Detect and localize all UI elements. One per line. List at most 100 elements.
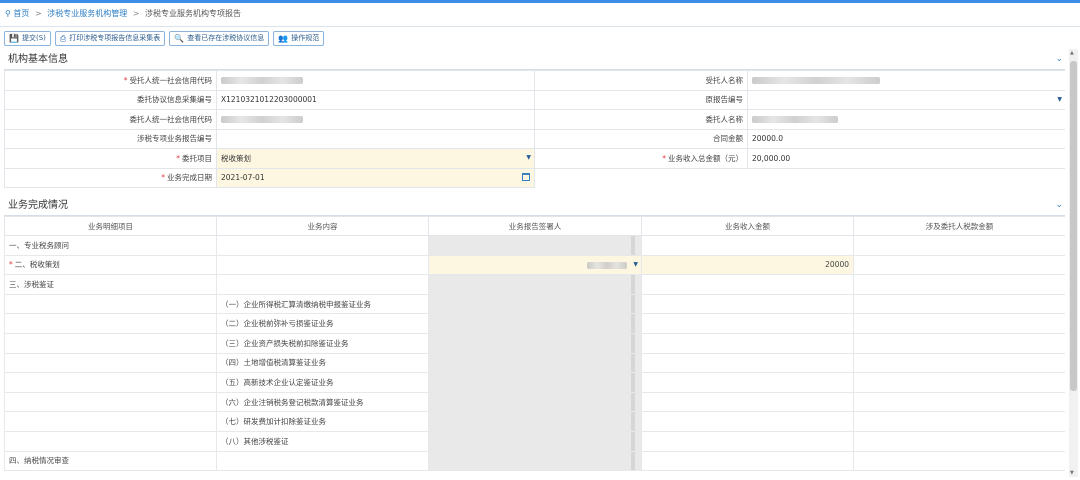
scroll-down-icon[interactable]: ▼ [1070,470,1074,476]
breadcrumb-current: 涉税专业服务机构专项报告 [145,9,241,18]
content-cell: （七）研发费加计扣除鉴证业务 [216,411,429,432]
tax-amount-cell[interactable] [853,352,1065,374]
label-text: 业务收入总金额（元） [668,153,743,163]
form-row: * 受托人统一社会信用代码 受托人名称 [4,70,1065,91]
submit-label: 提交(S) [21,34,46,42]
detail-item-cell: 四、纳税情况审查 [4,450,217,472]
signer-cell[interactable] [428,372,642,393]
search-icon: 🔍 [174,34,185,43]
signer-cell[interactable]: ▼ [428,254,642,276]
original-report-no-select[interactable]: ▼ [747,89,1065,110]
print-label: 打印涉税专项报告信息采集表 [69,34,161,42]
calendar-icon[interactable] [522,172,530,181]
tax-amount-cell[interactable] [853,293,1065,315]
scroll-strip [631,275,635,294]
column-header: 业务报告签署人 [428,216,642,236]
income-cell[interactable] [641,332,854,354]
dropdown-arrow-icon[interactable]: ▼ [526,154,531,161]
detail-item-cell: 三、涉税鉴证 [4,274,217,295]
project-select[interactable]: 税收策划 ▼ [216,148,535,169]
chevron-down-icon[interactable]: ⌄ [1055,195,1063,216]
content-cell [216,254,429,276]
redacted-text [221,77,303,85]
tax-amount-cell[interactable] [853,391,1065,413]
tax-amount-cell[interactable] [853,411,1065,432]
income-cell[interactable] [641,293,854,315]
tax-amount-cell[interactable] [853,254,1065,276]
income-cell[interactable] [641,313,854,334]
dropdown-arrow-icon[interactable]: ▼ [633,261,638,268]
detail-item-cell [4,391,217,413]
tax-amount-cell[interactable] [853,274,1065,295]
vertical-scrollbar[interactable]: ▲ ▼ [1069,49,1078,477]
signer-cell[interactable] [428,313,642,334]
signer-cell[interactable] [428,235,642,256]
print-button[interactable]: ⎙ 打印涉税专项报告信息采集表 [54,31,166,46]
breadcrumb-separator: > [34,9,42,18]
submit-button[interactable]: 💾 提交(S) [4,31,51,46]
trustee-credit-code-label: * 受托人统一社会信用代码 [4,70,217,91]
breadcrumb-level1[interactable]: 涉税专业服务机构管理 [47,9,127,18]
income-cell[interactable] [641,352,854,374]
income-cell[interactable] [641,372,854,393]
tax-amount-cell[interactable] [853,313,1065,334]
tax-amount-cell[interactable] [853,235,1065,256]
tax-amount-cell[interactable] [853,450,1065,472]
content-cell: （四）土地增值税清算鉴证业务 [216,352,429,374]
save-icon: 💾 [9,34,19,43]
project-label: * 委托项目 [4,148,217,169]
view-agreement-button[interactable]: 🔍 查看已存在涉税协议信息 [169,31,270,46]
content-cell: （八）其他涉税鉴证 [216,430,429,452]
required-mark: * [662,153,666,163]
signer-cell[interactable] [428,332,642,354]
table-header-row: 业务明细项目 业务内容 业务报告签署人 业务收入金额 涉及委托人税款金额 [4,216,1065,236]
content-cell: （二）企业税前弥补亏损鉴证业务 [216,313,429,334]
completion-date-value: 2021-07-01 [221,173,265,183]
table-row: （七）研发费加计扣除鉴证业务 [4,411,1065,432]
table-row: （八）其他涉税鉴证 [4,430,1065,452]
signer-cell[interactable] [428,274,642,295]
income-cell[interactable] [641,411,854,432]
tax-amount-cell[interactable] [853,332,1065,354]
guide-button[interactable]: 👥 操作规范 [273,31,325,46]
chevron-down-icon[interactable]: ⌄ [1055,49,1063,70]
redacted-text [752,116,838,124]
dropdown-arrow-icon[interactable]: ▼ [1057,96,1062,103]
income-cell[interactable] [641,274,854,295]
signer-cell[interactable] [428,450,642,472]
redacted-text [752,77,880,85]
content-cell: （三）企业资产损失税前扣除鉴证业务 [216,332,429,354]
income-cell[interactable] [641,430,854,452]
scroll-up-icon[interactable]: ▲ [1070,50,1074,56]
signer-cell[interactable] [428,293,642,315]
section-completion-header: 业务完成情况 ⌄ [4,195,1065,216]
signer-cell[interactable] [428,430,642,452]
tax-amount-cell[interactable] [853,372,1065,393]
form-row: 涉税专项业务报告编号 合同金额 20000.0 [4,128,1065,149]
scroll-strip [631,451,635,471]
scroll-strip [631,392,635,412]
detail-item-cell [4,332,217,354]
income-cell[interactable] [641,450,854,472]
printer-icon: ⎙ [59,34,67,43]
signer-cell[interactable] [428,411,642,432]
section-basic-title: 机构基本信息 [8,54,68,65]
income-cell[interactable] [641,235,854,256]
breadcrumb-home[interactable]: 首页 [13,9,29,18]
scroll-strip [631,431,635,451]
signer-cell[interactable] [428,352,642,374]
users-icon: 👥 [278,34,289,43]
tax-amount-cell[interactable] [853,430,1065,452]
scrollbar-thumb[interactable] [1070,61,1077,391]
detail-item-cell [4,430,217,452]
income-cell[interactable] [641,391,854,413]
signer-cell[interactable] [428,391,642,413]
income-cell[interactable]: 20000 [641,254,854,276]
completion-date-input[interactable]: 2021-07-01 [216,167,535,188]
content-cell: （一）企业所得税汇算清缴纳税申报鉴证业务 [216,293,429,315]
scroll-strip [631,314,635,333]
detail-item-cell: 一、专业税务顾问 [4,235,217,256]
required-mark: * [123,75,128,85]
required-mark: * [176,153,180,163]
table-row: 一、专业税务顾问 [4,235,1065,256]
